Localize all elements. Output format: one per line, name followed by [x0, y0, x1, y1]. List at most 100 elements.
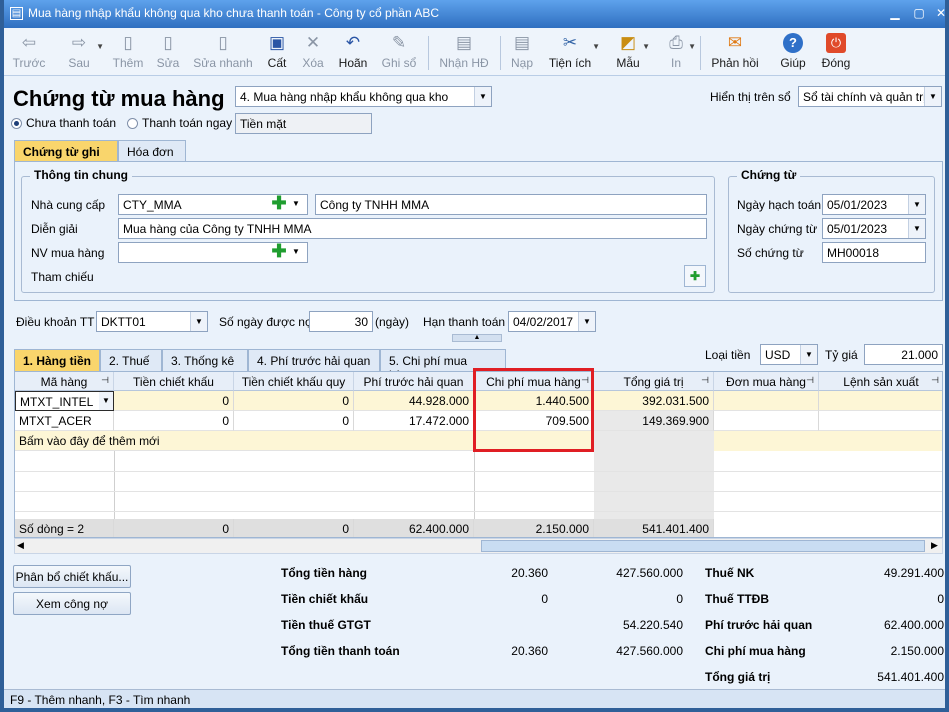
col-header-total-value[interactable]: Tổng giá trị ⊣ [594, 372, 714, 391]
table-cell[interactable]: 0 [114, 411, 234, 431]
toolbar-utilities-button[interactable]: ✂ Tiện ích ▼ [548, 28, 600, 76]
chevron-down-icon[interactable]: ▼ [190, 312, 207, 331]
exchange-rate-field[interactable]: 21.000 [864, 344, 943, 365]
table-cell-item-code[interactable]: MTXT_ACER [15, 411, 114, 431]
add-supplier-icon[interactable]: ✚ [270, 194, 288, 213]
col-header-item-code[interactable]: Mã hàng ⊣ [15, 372, 114, 391]
summary-value: 20.360 [511, 566, 548, 580]
doc-date-field[interactable]: 05/01/2023 ▼ [822, 218, 926, 239]
maximize-icon[interactable]: ▢ [910, 6, 928, 21]
table-cell[interactable]: 0 [234, 391, 354, 411]
voucher-type-select[interactable]: 4. Mua hàng nhập khẩu không qua kho ▼ [235, 86, 492, 107]
grid-line [474, 451, 475, 520]
table-cell[interactable] [714, 411, 819, 431]
payment-term-select[interactable]: DKTT01 ▼ [96, 311, 208, 332]
table-cell-item-code[interactable]: MTXT_INTEL ▼ [15, 391, 114, 411]
pin-icon[interactable]: ⊣ [931, 375, 939, 386]
currency-select[interactable]: USD ▼ [760, 344, 818, 365]
toolbar-quick-edit-button[interactable]: ▯ Sửa nhanh [192, 28, 254, 76]
toolbar-edit-button[interactable]: ▯ Sửa [154, 28, 182, 76]
add-reference-icon[interactable]: ✚ [684, 265, 706, 287]
add-new-row-text[interactable]: Bấm vào đây để thêm mới [15, 431, 474, 451]
grid-line [15, 491, 942, 492]
col-header-customs-fee[interactable]: Phí trước hải quan [354, 372, 474, 391]
description-field[interactable]: Mua hàng của Công ty TNHH MMA [118, 218, 707, 239]
table-cell[interactable]: 0 [234, 411, 354, 431]
chevron-down-icon[interactable]: ▼ [292, 199, 300, 208]
chevron-down-icon[interactable]: ▼ [908, 219, 925, 238]
summary-label: Tổng tiền thanh toán [281, 644, 400, 658]
summary-value: 0 [541, 592, 548, 606]
display-book-select[interactable]: Sổ tài chính và quản trị ▼ [798, 86, 942, 107]
toolbar-help-button[interactable]: ? Giúp [778, 28, 808, 76]
add-buyer-icon[interactable]: ✚ [270, 242, 288, 261]
scroll-right-icon[interactable]: ▶ [931, 540, 938, 551]
scroll-left-icon[interactable]: ◀ [17, 540, 24, 551]
table-cell[interactable]: 392.031.500 [594, 391, 714, 411]
toolbar-template-button[interactable]: ◩ Mẫu ▼ [614, 28, 650, 76]
supplier-name-field[interactable]: Công ty TNHH MMA [315, 194, 707, 215]
toolbar-close-button[interactable]: ⏻ Đóng [820, 28, 852, 76]
tab-goods[interactable]: 1. Hàng tiền [14, 349, 100, 371]
table-cell[interactable]: 44.928.000 [354, 391, 474, 411]
scroll-thumb[interactable] [481, 540, 925, 552]
toolbar-next-button[interactable]: ⇨ Sau ▼ [62, 28, 104, 76]
collapse-icon[interactable]: ▲ [452, 334, 502, 342]
tab-statistics[interactable]: 3. Thống kê [162, 349, 248, 371]
pin-icon[interactable]: ⊣ [806, 375, 814, 386]
radio-checked-icon [11, 118, 22, 129]
toolbar-feedback-button[interactable]: ✉ Phản hồi [710, 28, 760, 76]
app-icon: ▤ [10, 7, 23, 20]
chevron-down-icon[interactable]: ▼ [800, 345, 817, 364]
due-date-field[interactable]: 04/02/2017 ▼ [508, 311, 596, 332]
chevron-down-icon[interactable]: ▼ [908, 195, 925, 214]
col-header-production-order[interactable]: Lệnh sản xuất ⊣ [819, 372, 942, 391]
toolbar-receive-invoice-button[interactable]: ▤ Nhận HĐ [438, 28, 490, 76]
table-cell[interactable]: 0 [114, 391, 234, 411]
table-cell[interactable] [819, 391, 942, 411]
chevron-down-icon[interactable]: ▼ [292, 247, 300, 256]
chevron-down-icon[interactable]: ▼ [474, 87, 491, 106]
tab-customs-fee[interactable]: 4. Phí trước hải quan [248, 349, 380, 371]
view-debt-button[interactable]: Xem công nợ [13, 592, 131, 615]
doc-date-label: Ngày chứng từ [737, 222, 818, 236]
table-cell[interactable]: 149.369.900 [594, 411, 714, 431]
radio-unpaid[interactable]: Chưa thanh toán [11, 116, 116, 130]
post-date-field[interactable]: 05/01/2023 ▼ [822, 194, 926, 215]
toolbar-separator [500, 36, 501, 70]
chevron-down-icon[interactable]: ▼ [99, 392, 113, 410]
radio-paid[interactable]: Thanh toán ngay [127, 116, 232, 130]
credit-days-field[interactable]: 30 [309, 311, 373, 332]
tab-debit-voucher[interactable]: Chứng từ ghi nợ [14, 140, 118, 173]
chevron-down-icon[interactable]: ▼ [578, 312, 595, 331]
highlight-box [473, 368, 594, 452]
pin-icon[interactable]: ⊣ [101, 375, 109, 386]
toolbar-print-button[interactable]: ⎙ In ▼ [664, 28, 696, 76]
col-header-discount-converted[interactable]: Tiền chiết khấu quy [234, 372, 354, 391]
table-cell[interactable] [714, 391, 819, 411]
toolbar-reload-button[interactable]: ▤ Nạp [508, 28, 536, 76]
save-icon: ▣ [268, 33, 286, 52]
pin-icon[interactable]: ⊣ [701, 375, 709, 386]
close-icon[interactable]: ✕ [932, 6, 945, 21]
table-cell[interactable] [819, 411, 942, 431]
tab-tax[interactable]: 2. Thuế [100, 349, 162, 371]
allocate-discount-button[interactable]: Phân bổ chiết khấu... [13, 565, 131, 588]
toolbar-save-button[interactable]: ▣ Cất [264, 28, 290, 76]
col-header-discount[interactable]: Tiền chiết khấu [114, 372, 234, 391]
title-bar: ▤ Mua hàng nhập khẩu không qua kho chưa … [4, 0, 945, 28]
pencil-icon: ✎ [391, 33, 407, 52]
toolbar-add-button[interactable]: ▯ Thêm [110, 28, 146, 76]
toolbar-prev-button[interactable]: ⇦ Trước [10, 28, 48, 76]
table-cell[interactable]: 17.472.000 [354, 411, 474, 431]
doc-no-field[interactable]: MH00018 [822, 242, 926, 263]
minimize-icon[interactable]: ▁ [886, 6, 904, 21]
chevron-down-icon[interactable]: ▼ [924, 87, 941, 106]
currency-label: Loại tiền [705, 348, 751, 362]
col-header-purchase-order[interactable]: Đơn mua hàng ⊣ [714, 372, 819, 391]
toolbar-cancel-button[interactable]: ↶ Hoãn [336, 28, 370, 76]
toolbar-delete-button[interactable]: ✕ Xóa [298, 28, 328, 76]
horizontal-scrollbar[interactable]: ◀ ▶ [14, 538, 943, 554]
tab-invoice[interactable]: Hóa đơn [118, 140, 186, 162]
toolbar-post-button[interactable]: ✎ Ghi sổ [380, 28, 418, 76]
